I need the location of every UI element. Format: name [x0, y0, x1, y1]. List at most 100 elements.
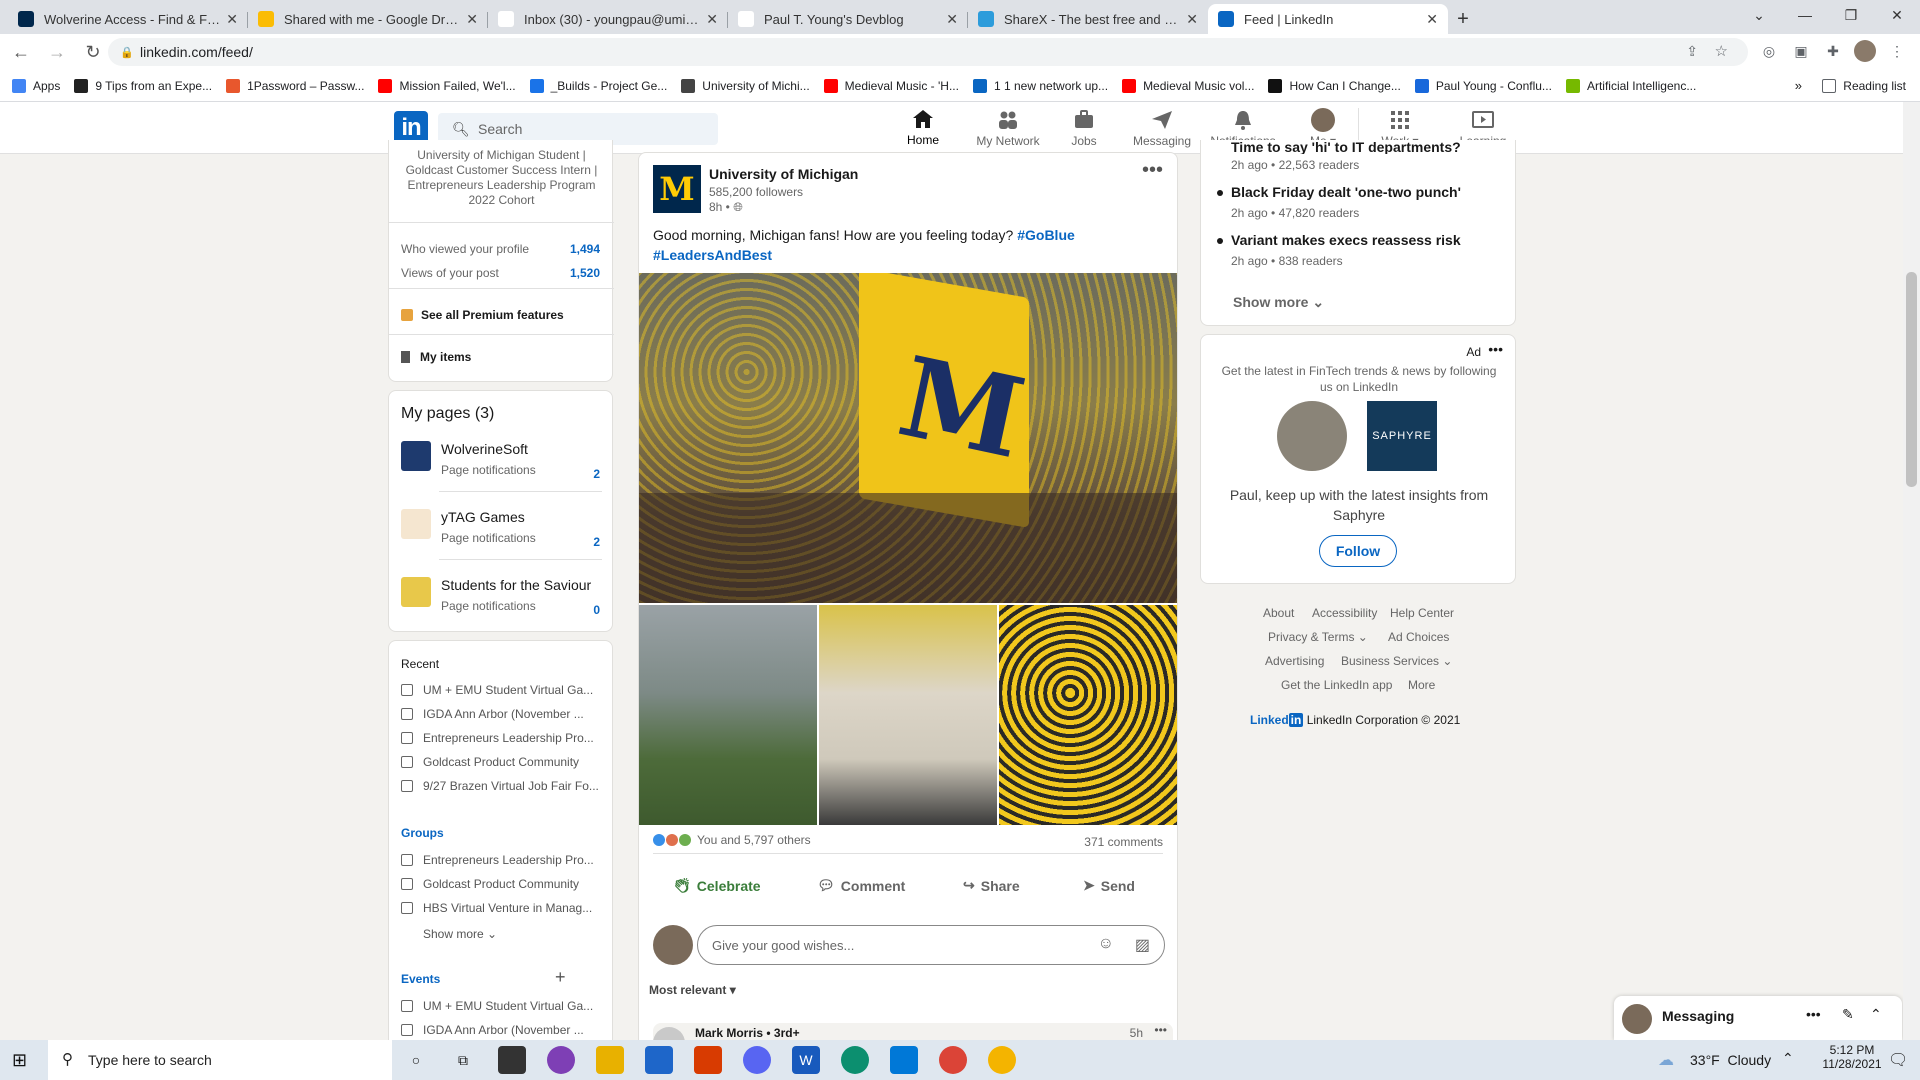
post-fan-photo[interactable]	[819, 605, 997, 825]
more-bookmarks-icon[interactable]: »	[1795, 78, 1802, 93]
my-items-link[interactable]: My items	[401, 350, 471, 364]
taskbar-search-input[interactable]: ⚲ Type here to search	[48, 1040, 392, 1080]
close-tab-icon[interactable]: ✕	[466, 11, 478, 28]
emoji-icon[interactable]: ☺	[1098, 935, 1114, 953]
ad-more-icon[interactable]: •••	[1488, 341, 1503, 357]
events-link[interactable]: Events	[401, 972, 440, 986]
bookmark-item[interactable]: 1 1 new network up...	[972, 78, 1108, 93]
comment-more-icon[interactable]: •••	[1154, 1023, 1167, 1037]
recent-item[interactable]: IGDA Ann Arbor (November ...	[401, 707, 607, 721]
bookmark-item[interactable]: Medieval Music - 'H...	[823, 78, 959, 93]
page-scrollbar[interactable]	[1903, 102, 1920, 1040]
comment-button[interactable]: 💬︎ Comment	[817, 877, 905, 894]
news-item[interactable]: Time to say 'hi' to IT departments?	[1231, 140, 1461, 154]
tab-search-button[interactable]: ⌄	[1736, 0, 1782, 30]
extension-icon[interactable]: ▣	[1790, 40, 1812, 62]
compose-icon[interactable]: ✎	[1842, 1006, 1854, 1023]
share-icon[interactable]: ⇪	[1686, 43, 1698, 60]
share-button[interactable]: ↪ Share	[963, 877, 1020, 894]
reactions-count[interactable]: You and 5,797 others	[653, 833, 811, 847]
footer-link[interactable]: Ad Choices	[1388, 630, 1449, 644]
recent-item[interactable]: Entrepreneurs Leadership Pro...	[401, 731, 607, 745]
mail-icon[interactable]	[645, 1046, 673, 1074]
windows-start-icon[interactable]: ⊞	[12, 1050, 27, 1071]
page-item-ytag[interactable]: yTAG Games Page notifications	[401, 509, 536, 545]
extension-icon[interactable]: ◎	[1758, 40, 1780, 62]
nav-home[interactable]: Home	[884, 102, 962, 154]
weather-text[interactable]: 33°F Cloudy	[1690, 1052, 1771, 1068]
address-bar[interactable]: 🔒 linkedin.com/feed/ ⇪ ☆	[108, 38, 1748, 66]
store-icon[interactable]	[498, 1046, 526, 1074]
bookmark-item[interactable]: Artificial Intelligenc...	[1565, 78, 1696, 93]
close-tab-icon[interactable]: ✕	[226, 11, 238, 28]
browser-tab[interactable]: Wolverine Access - Find & Favori ✕	[8, 4, 248, 34]
clock[interactable]: 5:12 PM 11/28/2021	[1822, 1043, 1882, 1071]
post-stadium-photo[interactable]	[639, 605, 817, 825]
recent-item[interactable]: UM + EMU Student Virtual Ga...	[401, 683, 607, 697]
forward-button[interactable]: →	[42, 37, 72, 67]
comment-author[interactable]: Mark Morris • 3rd+	[695, 1026, 800, 1040]
bookmark-item[interactable]: Medieval Music vol...	[1122, 78, 1254, 93]
nav-messaging[interactable]: Messaging	[1126, 102, 1198, 154]
cortana-icon[interactable]: ○	[402, 1046, 430, 1074]
send-button[interactable]: ➤ Send	[1083, 877, 1135, 894]
show-more-groups[interactable]: Show more ⌄	[423, 927, 497, 941]
back-button[interactable]: ←	[6, 37, 36, 67]
footer-link[interactable]: Advertising	[1265, 654, 1324, 668]
new-tab-button[interactable]: +	[1448, 4, 1478, 34]
chrome-icon[interactable]	[988, 1046, 1016, 1074]
minimize-button[interactable]: —	[1782, 0, 1828, 30]
news-show-more[interactable]: Show more ⌄	[1233, 294, 1324, 311]
messaging-bar[interactable]: Messaging ••• ✎ ⌃	[1614, 996, 1902, 1040]
add-event-icon[interactable]: +	[555, 967, 566, 988]
file-explorer-icon[interactable]	[596, 1046, 624, 1074]
events-item[interactable]: UM + EMU Student Virtual Ga...	[401, 999, 607, 1013]
close-tab-icon[interactable]: ✕	[1186, 11, 1198, 28]
bookmark-item[interactable]: How Can I Change...	[1268, 78, 1401, 93]
app-icon[interactable]	[547, 1046, 575, 1074]
comments-count[interactable]: 371 comments	[1084, 835, 1163, 849]
footer-link[interactable]: Get the LinkedIn app	[1281, 678, 1392, 692]
groups-item[interactable]: Entrepreneurs Leadership Pro...	[401, 853, 607, 867]
footer-link[interactable]: More	[1408, 678, 1435, 692]
follow-button[interactable]: Follow	[1319, 535, 1397, 567]
page-item-students[interactable]: Students for the Saviour Page notificatio…	[401, 577, 591, 613]
bookmark-item[interactable]: _Builds - Project Ge...	[529, 78, 667, 93]
messaging-more-icon[interactable]: •••	[1806, 1006, 1821, 1022]
vscode-icon[interactable]	[890, 1046, 918, 1074]
task-view-icon[interactable]: ⧉	[449, 1046, 477, 1074]
umich-logo[interactable]: M	[653, 165, 701, 213]
close-tab-icon[interactable]: ✕	[946, 11, 958, 28]
browser-tab[interactable]: Shared with me - Google Drive ✕	[248, 4, 488, 34]
edge-icon[interactable]	[841, 1046, 869, 1074]
bookmark-item[interactable]: University of Michi...	[681, 78, 810, 93]
footer-link[interactable]: About	[1263, 606, 1294, 620]
weather-icon[interactable]: ☁	[1658, 1050, 1674, 1070]
tray-chevron-icon[interactable]: ⌃	[1782, 1050, 1794, 1067]
hashtag-link[interactable]: #GoBlue	[1017, 227, 1075, 243]
browser-tab[interactable]: Feed | LinkedIn ✕	[1208, 4, 1448, 34]
comment-input[interactable]: Give your good wishes... ☺ ▨	[697, 925, 1165, 965]
image-icon[interactable]: ▨	[1135, 935, 1150, 955]
news-item[interactable]: Variant makes execs reassess risk	[1217, 232, 1461, 248]
bookmark-item[interactable]: 9 Tips from an Expe...	[74, 78, 212, 93]
scrollbar-thumb[interactable]	[1906, 272, 1917, 487]
groups-item[interactable]: Goldcast Product Community	[401, 877, 607, 891]
footer-link[interactable]: Privacy & Terms ⌄	[1268, 630, 1368, 644]
chrome-icon[interactable]	[939, 1046, 967, 1074]
close-tab-icon[interactable]: ✕	[1426, 11, 1438, 28]
recent-item[interactable]: Goldcast Product Community	[401, 755, 607, 769]
profile-avatar[interactable]	[1854, 40, 1876, 62]
office-icon[interactable]	[694, 1046, 722, 1074]
bookmark-star-icon[interactable]: ☆	[1715, 42, 1728, 60]
post-crowd-photo[interactable]	[999, 605, 1177, 825]
maximize-button[interactable]: ❐	[1828, 0, 1874, 30]
close-window-button[interactable]: ✕	[1874, 0, 1920, 30]
sort-dropdown[interactable]: Most relevant ▾	[649, 983, 736, 997]
footer-link[interactable]: Business Services ⌄	[1341, 654, 1452, 668]
reading-list-button[interactable]: Reading list	[1822, 79, 1906, 93]
page-item-wolverinesoft[interactable]: WolverineSoft Page notifications	[401, 441, 536, 477]
nav-jobs[interactable]: Jobs	[1054, 102, 1114, 154]
footer-link[interactable]: Help Center	[1390, 606, 1454, 620]
events-item[interactable]: IGDA Ann Arbor (November ...	[401, 1023, 607, 1037]
